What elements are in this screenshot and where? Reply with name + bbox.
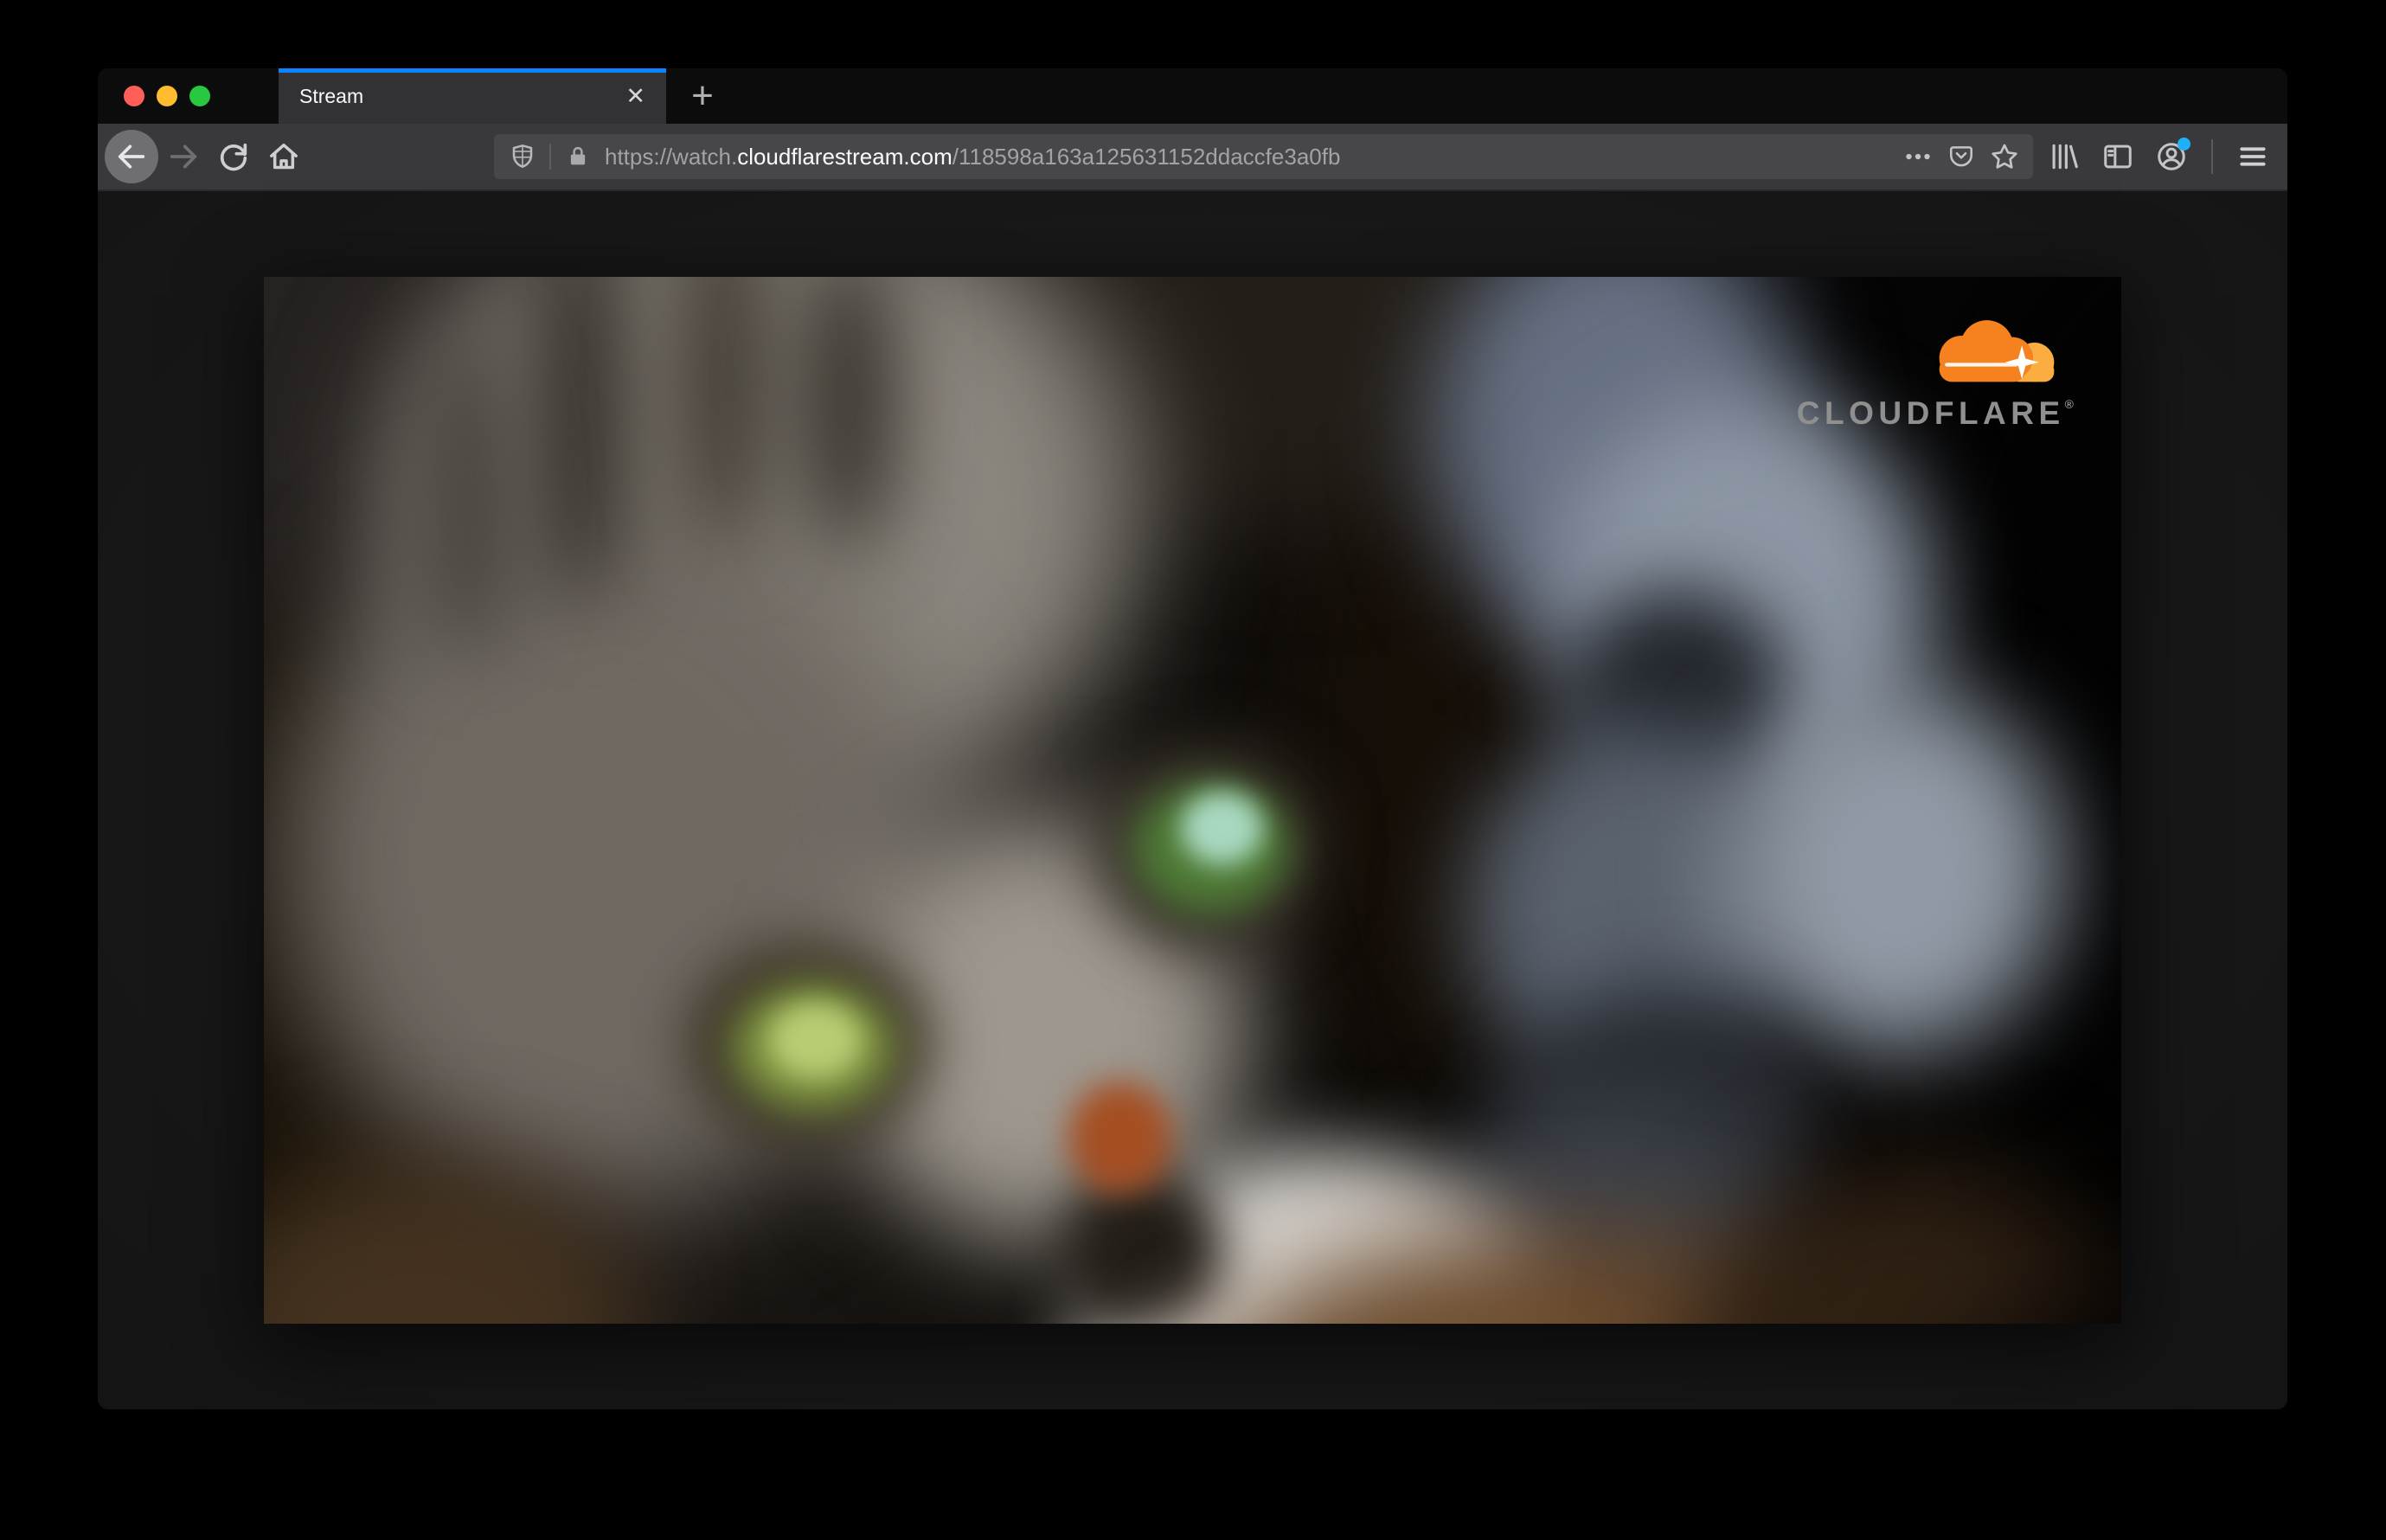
urlbar-divider [549, 144, 551, 170]
url-domain: cloudflarestream.com [737, 143, 952, 170]
back-icon [118, 144, 145, 169]
cloudflare-wordmark: CLOUDFLARE® [1796, 395, 2074, 431]
close-icon[interactable]: ✕ [620, 80, 651, 113]
address-bar[interactable]: https://watch.cloudflarestream.com/11859… [494, 134, 2033, 179]
active-tab-indicator [279, 68, 666, 73]
tab-title: Stream [299, 84, 364, 107]
tab-stream[interactable]: Stream ✕ [279, 68, 666, 124]
forward-icon [170, 144, 197, 169]
url-scheme: https://watch. [605, 143, 738, 170]
navigation-toolbar: https://watch.cloudflarestream.com/11859… [98, 124, 2287, 191]
bookmark-star-icon[interactable] [1986, 142, 2023, 171]
lock-icon[interactable] [560, 144, 596, 170]
browser-window: Stream ✕ + https://watch.cloudflarestrea… [98, 68, 2287, 1409]
trademark-symbol: ® [2064, 397, 2074, 411]
back-button[interactable] [105, 130, 158, 183]
tab-bar: Stream ✕ + [98, 68, 2287, 124]
urlbar-actions [1900, 141, 2023, 172]
blur-blob [1726, 683, 2063, 1056]
url-path: /118598a163a125631152ddaccfe3a0fb [952, 143, 1341, 170]
zoom-window-button[interactable] [189, 86, 210, 106]
close-window-button[interactable] [124, 86, 144, 106]
forward-button[interactable] [158, 132, 208, 182]
pocket-icon[interactable] [1943, 143, 1979, 170]
reload-icon [220, 143, 247, 171]
library-button[interactable] [2043, 136, 2085, 177]
blur-blob [420, 329, 515, 658]
url-text[interactable]: https://watch.cloudflarestream.com/11859… [605, 144, 1900, 170]
cloudflare-cloud-icon [1939, 320, 2055, 382]
blur-blob [1181, 792, 1263, 865]
new-tab-plus-icon[interactable]: + [671, 68, 734, 124]
window-controls [98, 68, 279, 124]
account-notification-badge [2178, 138, 2190, 151]
blur-blob [770, 1004, 861, 1077]
minimize-window-button[interactable] [157, 86, 177, 106]
tracking-protection-shield-icon[interactable] [504, 143, 541, 170]
toolbar-right-cluster [2043, 136, 2274, 177]
home-icon [270, 143, 298, 170]
home-button[interactable] [259, 132, 309, 182]
page-content: CLOUDFLARE® [98, 191, 2287, 1409]
cloudflare-logo: CLOUDFLARE® [1788, 318, 2074, 432]
menu-button[interactable] [2232, 136, 2274, 177]
sidebar-icon [2104, 144, 2132, 169]
account-button[interactable] [2151, 136, 2192, 177]
toolbar-separator [2211, 139, 2213, 174]
library-icon [2052, 144, 2078, 170]
menu-hamburger-icon [2240, 147, 2266, 166]
sidebar-button[interactable] [2097, 136, 2139, 177]
reload-button[interactable] [208, 132, 259, 182]
page-actions-dots-icon[interactable] [1900, 141, 1936, 172]
blur-blob [1068, 1081, 1172, 1194]
video-player[interactable]: CLOUDFLARE® [264, 277, 2121, 1324]
